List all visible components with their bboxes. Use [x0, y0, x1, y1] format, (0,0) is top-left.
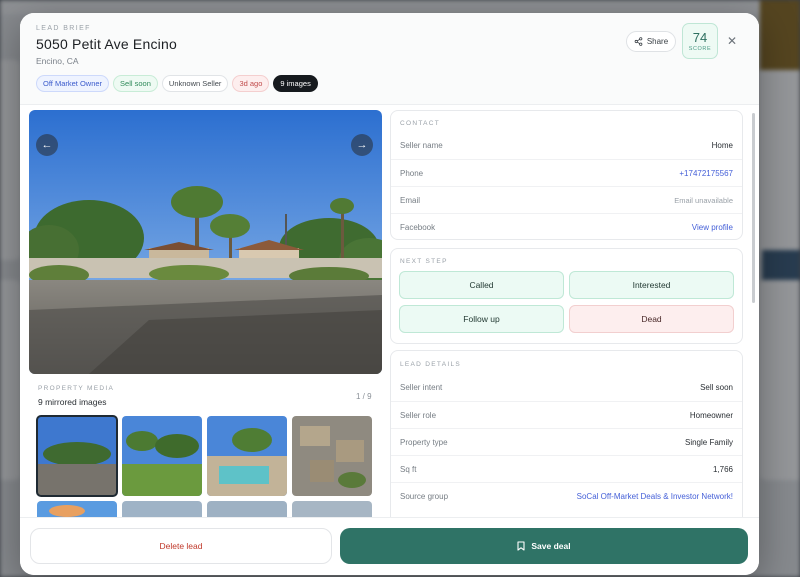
- previous-image-button[interactable]: ←: [36, 134, 58, 156]
- detail-row-sq-ft: Sq ft 1,766: [391, 455, 742, 482]
- next-image-button[interactable]: →: [351, 134, 373, 156]
- contact-row-facebook: Facebook View profile: [391, 213, 742, 240]
- tag-image-count: 9 images: [273, 75, 318, 92]
- delete-lead-label: Delete lead: [159, 541, 203, 551]
- thumbnail-4[interactable]: [292, 416, 372, 496]
- score-badge: 74 SCORE: [682, 23, 718, 59]
- lead-details-panel: LEAD DETAILS Seller intent Sell soon Sel…: [390, 350, 743, 530]
- lead-brief-modal: LEAD BRIEF 5050 Petit Ave Encino Encino,…: [20, 13, 759, 575]
- tag-off-market-owner: Off Market Owner: [36, 75, 110, 92]
- tag-unknown-seller: Unknown Seller: [161, 75, 229, 92]
- property-type-value: Single Family: [684, 437, 733, 447]
- share-button[interactable]: Share: [626, 31, 676, 52]
- email-value: Email unavailable: [674, 195, 733, 205]
- email-label: Email: [400, 195, 421, 205]
- score-value: 74: [692, 30, 708, 45]
- save-deal-label: Save deal: [531, 541, 571, 551]
- facebook-profile-link[interactable]: View profile: [692, 223, 733, 232]
- step-dead-button[interactable]: Dead: [569, 305, 734, 333]
- arrow-left-icon: ←: [41, 139, 53, 151]
- source-group-link[interactable]: SoCal Off-Market Deals & Investor Networ…: [577, 492, 733, 501]
- score-label: SCORE: [688, 46, 712, 52]
- detail-row-source-group: Source group SoCal Off-Market Deals & In…: [391, 482, 742, 509]
- sq-ft-value: 1,766: [712, 464, 733, 474]
- share-icon: [634, 37, 643, 46]
- seller-name-label: Seller name: [400, 141, 443, 150]
- tag-sell-soon: Sell soon: [113, 75, 158, 92]
- thumbnail-1[interactable]: [36, 415, 118, 497]
- phone-label: Phone: [400, 168, 424, 178]
- media-page-indicator: 1 / 9: [356, 392, 372, 401]
- lead-details-eyebrow: LEAD DETAILS: [400, 361, 461, 368]
- detail-row-seller-intent: Seller intent Sell soon: [391, 374, 742, 401]
- property-type-label: Property type: [400, 437, 448, 447]
- modal-footer: Delete lead Save deal: [20, 517, 759, 575]
- thumbnail-3[interactable]: [207, 416, 287, 496]
- scrollbar[interactable]: [752, 113, 755, 303]
- arrow-right-icon: →: [356, 139, 368, 151]
- step-follow-up-button[interactable]: Follow up: [399, 305, 564, 333]
- sq-ft-label: Sq ft: [400, 464, 417, 474]
- delete-lead-button[interactable]: Delete lead: [30, 528, 332, 564]
- thumbnail-2[interactable]: [122, 416, 202, 496]
- step-interested-button[interactable]: Interested: [569, 271, 734, 299]
- page-title: 5050 Petit Ave Encino: [36, 36, 177, 52]
- seller-name-value: Home: [711, 141, 733, 150]
- header-eyebrow: LEAD BRIEF: [36, 25, 91, 32]
- seller-role-value: Homeowner: [689, 410, 733, 420]
- next-step-panel: NEXT STEP Called Interested Follow up De…: [390, 248, 743, 344]
- source-group-label: Source group: [400, 491, 449, 501]
- step-called-button[interactable]: Called: [399, 271, 564, 299]
- tag-list: Off Market Owner Sell soon Unknown Selle…: [36, 75, 318, 92]
- modal-header: LEAD BRIEF 5050 Petit Ave Encino Encino,…: [20, 13, 759, 105]
- close-button[interactable]: ✕: [724, 33, 740, 49]
- contact-row-phone: Phone +17472175567: [391, 159, 742, 186]
- seller-intent-value: Sell soon: [700, 383, 733, 392]
- facebook-label: Facebook: [400, 222, 436, 232]
- phone-link[interactable]: +17472175567: [679, 169, 733, 178]
- contact-row-email: Email Email unavailable: [391, 186, 742, 213]
- tag-age: 3d ago: [232, 75, 270, 92]
- media-eyebrow: PROPERTY MEDIA: [38, 385, 115, 392]
- location-subtitle: Encino, CA: [36, 56, 79, 66]
- contact-eyebrow: CONTACT: [400, 120, 441, 127]
- media-count: 9 mirrored images: [38, 397, 107, 407]
- save-deal-button[interactable]: Save deal: [340, 528, 748, 564]
- contact-panel: CONTACT Seller name Home Phone +17472175…: [390, 110, 743, 240]
- contact-row-seller-name: Seller name Home: [391, 132, 742, 159]
- next-step-eyebrow: NEXT STEP: [400, 258, 448, 265]
- detail-row-seller-role: Seller role Homeowner: [391, 401, 742, 428]
- bookmark-icon: [517, 541, 525, 551]
- seller-role-label: Seller role: [400, 410, 437, 420]
- detail-row-property-type: Property type Single Family: [391, 428, 742, 455]
- share-label: Share: [646, 37, 669, 46]
- close-icon: ✕: [726, 34, 738, 48]
- property-photo: [29, 110, 382, 374]
- seller-intent-label: Seller intent: [400, 383, 443, 392]
